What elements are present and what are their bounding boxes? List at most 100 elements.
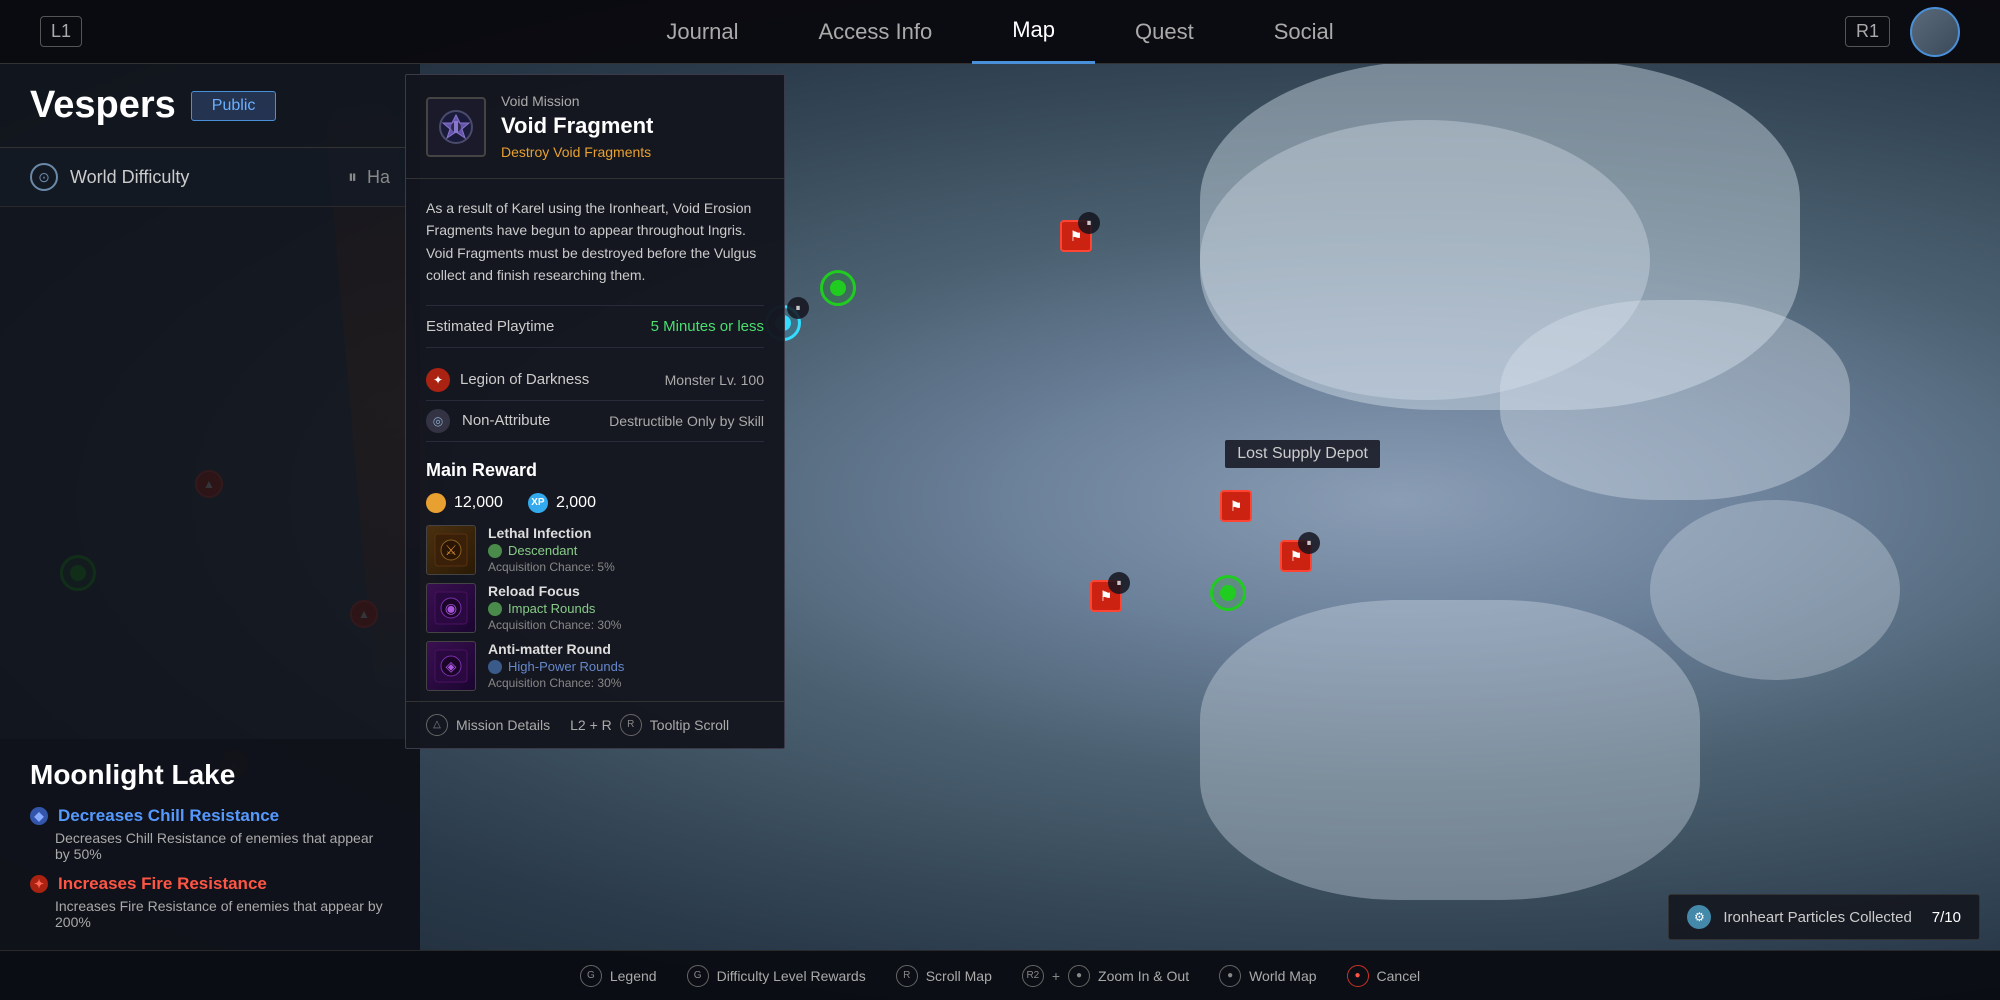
reward-item-icon-1: ◉ xyxy=(426,583,476,633)
gold-icon xyxy=(426,493,446,513)
map-marker-red-3[interactable]: ⚑ ⏸ xyxy=(1280,540,1312,572)
nav-right: R1 xyxy=(1845,7,1960,57)
mission-footer: △ Mission Details L2 + R R Tooltip Scrol… xyxy=(406,701,784,748)
attr-icon: ◎ xyxy=(426,409,450,433)
reward-currency: 12,000 XP 2,000 xyxy=(426,493,764,513)
playtime-label: Estimated Playtime xyxy=(426,318,554,335)
effect-chill: ◆ Decreases Chill Resistance Decreases C… xyxy=(30,806,390,862)
mission-header: Void Mission Void Fragment Destroy Void … xyxy=(406,75,784,179)
legend-label: Legend xyxy=(610,968,657,984)
public-button[interactable]: Public xyxy=(191,91,277,121)
ironheart-label: Ironheart Particles Collected xyxy=(1723,909,1911,926)
currency-gold: 12,000 xyxy=(426,493,503,513)
fire-desc: Increases Fire Resistance of enemies tha… xyxy=(30,898,390,930)
nav-item-access-info[interactable]: Access Info xyxy=(779,0,973,64)
mission-popup: Void Mission Void Fragment Destroy Void … xyxy=(405,74,785,749)
enemy-badge: ✦ xyxy=(426,368,450,392)
bottom-bar: G Legend G Difficulty Level Rewards R Sc… xyxy=(0,950,2000,1000)
bottom-world-map: ● World Map xyxy=(1219,965,1316,987)
nav-item-journal[interactable]: Journal xyxy=(626,0,778,64)
playtime-value: 5 Minutes or less xyxy=(651,318,764,335)
currency-xp: XP 2,000 xyxy=(528,493,596,513)
nav-bar: L1 Journal Access Info Map Quest Social … xyxy=(0,0,2000,64)
reward-item-name-2: Anti-matter Round xyxy=(488,641,764,657)
svg-text:⚔: ⚔ xyxy=(445,542,458,558)
map-marker-red-1[interactable]: ⚑ ⏸ xyxy=(1060,220,1092,252)
reward-type-text-1: Impact Rounds xyxy=(508,601,595,616)
map-marker-green-1[interactable] xyxy=(820,270,856,306)
mission-name: Void Fragment xyxy=(501,113,653,139)
enemy-level: Monster Lv. 100 xyxy=(665,372,764,388)
difficulty-rewards-label: Difficulty Level Rewards xyxy=(717,968,866,984)
enemy-name: Legion of Darkness xyxy=(460,371,589,388)
zoom-label: Zoom In & Out xyxy=(1098,968,1189,984)
zoom-icon: R2 xyxy=(1022,965,1044,987)
location-effects: ◆ Decreases Chill Resistance Decreases C… xyxy=(30,806,390,930)
reward-item-chance-1: Acquisition Chance: 30% xyxy=(488,618,764,632)
world-map-icon: ● xyxy=(1219,965,1241,987)
ironheart-count: 7/10 xyxy=(1932,909,1961,926)
reward-item-type-2: High-Power Rounds xyxy=(488,659,764,674)
panel-header: Vespers Public xyxy=(0,64,420,148)
mission-details-icon: △ xyxy=(426,714,448,736)
enemy-info: ✦ Legion of Darkness xyxy=(426,368,589,392)
bottom-legend: G Legend xyxy=(580,965,657,987)
reward-item-1: ◉ Reload Focus Impact Rounds Acquisition… xyxy=(426,583,764,633)
l1-button[interactable]: L1 xyxy=(40,16,82,47)
mission-icon xyxy=(426,97,486,157)
reward-item-info-0: Lethal Infection Descendant Acquisition … xyxy=(488,525,764,574)
reward-type-icon-0 xyxy=(488,544,502,558)
fire-title: ✦ Increases Fire Resistance xyxy=(30,874,390,894)
reward-item-type-1: Impact Rounds xyxy=(488,601,764,616)
bottom-cancel[interactable]: ● Cancel xyxy=(1347,965,1421,987)
reward-item-info-2: Anti-matter Round High-Power Rounds Acqu… xyxy=(488,641,764,690)
svg-text:◉: ◉ xyxy=(445,600,457,616)
location-panel: Moonlight Lake ◆ Decreases Chill Resista… xyxy=(0,739,420,950)
reward-item-icon-2: ◈ xyxy=(426,641,476,691)
reward-item-type-0: Descendant xyxy=(488,543,764,558)
reward-item-chance-2: Acquisition Chance: 30% xyxy=(488,676,764,690)
gold-amount: 12,000 xyxy=(454,494,503,512)
nav-items: Journal Access Info Map Quest Social xyxy=(0,0,2000,64)
map-marker-red-2[interactable]: ⚑ xyxy=(1220,490,1252,522)
reward-type-icon-1 xyxy=(488,602,502,616)
mission-details-btn[interactable]: △ Mission Details xyxy=(426,714,550,736)
reward-item-info-1: Reload Focus Impact Rounds Acquisition C… xyxy=(488,583,764,632)
tooltip-scroll-btn[interactable]: L2 + R R Tooltip Scroll xyxy=(570,714,729,736)
xp-icon: XP xyxy=(528,493,548,513)
world-map-label: World Map xyxy=(1249,968,1316,984)
pause-icon: ⏸ xyxy=(348,167,357,188)
reward-section: Main Reward 12,000 XP 2,000 ⚔ xyxy=(406,460,784,701)
difficulty-value: Ha xyxy=(367,167,390,188)
reward-items: ⚔ Lethal Infection Descendant Acquisitio… xyxy=(426,525,764,691)
reward-item-chance-0: Acquisition Chance: 5% xyxy=(488,560,764,574)
mission-info: Void Mission Void Fragment Destroy Void … xyxy=(501,93,653,160)
bottom-zoom: R2 + ● Zoom In & Out xyxy=(1022,965,1189,987)
fire-icon: ✦ xyxy=(30,875,48,893)
zoom-plus-icon: ● xyxy=(1068,965,1090,987)
cancel-label: Cancel xyxy=(1377,968,1421,984)
mission-type: Void Mission xyxy=(501,93,653,109)
chill-icon: ◆ xyxy=(30,807,48,825)
mission-subtitle: Destroy Void Fragments xyxy=(501,144,653,160)
r1-button[interactable]: R1 xyxy=(1845,16,1890,47)
map-marker-green-3[interactable] xyxy=(1210,575,1246,611)
map-marker-red-4[interactable]: ⚑ ⏸ xyxy=(1090,580,1122,612)
chill-desc: Decreases Chill Resistance of enemies th… xyxy=(30,830,390,862)
playtime-row: Estimated Playtime 5 Minutes or less xyxy=(426,305,764,348)
nav-item-social[interactable]: Social xyxy=(1234,0,1374,64)
nav-item-map[interactable]: Map xyxy=(972,0,1095,64)
attr-name: Non-Attribute xyxy=(462,412,550,429)
difficulty-rewards-icon: G xyxy=(687,965,709,987)
world-difficulty-row: ⊙ World Difficulty ⏸ Ha xyxy=(0,148,420,207)
reward-type-icon-2 xyxy=(488,660,502,674)
map-label-lost-supply-depot: Lost Supply Depot xyxy=(1225,440,1380,468)
cancel-icon: ● xyxy=(1347,965,1369,987)
chill-title: ◆ Decreases Chill Resistance xyxy=(30,806,390,826)
reward-type-text-2: High-Power Rounds xyxy=(508,659,624,674)
effect-fire: ✦ Increases Fire Resistance Increases Fi… xyxy=(30,874,390,930)
nav-item-quest[interactable]: Quest xyxy=(1095,0,1234,64)
l1-label: L1 xyxy=(51,21,71,41)
mission-body: As a result of Karel using the Ironheart… xyxy=(406,179,784,460)
legend-icon: G xyxy=(580,965,602,987)
